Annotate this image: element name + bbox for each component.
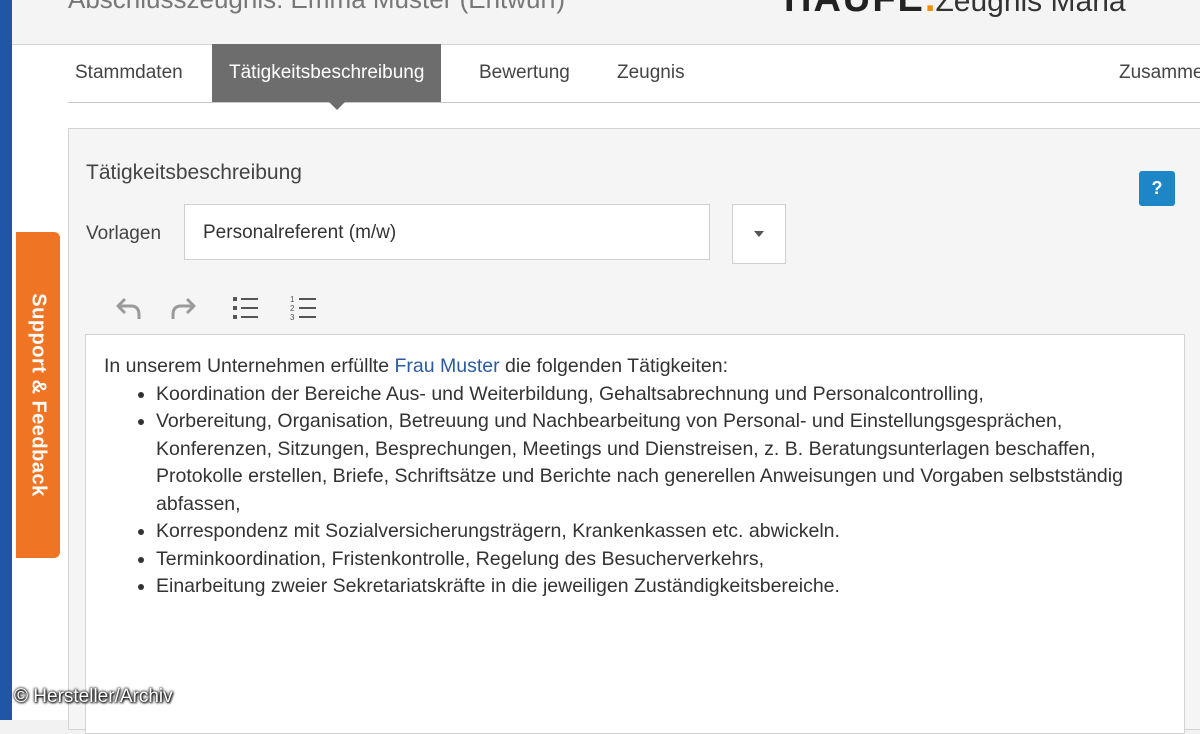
support-feedback-tab[interactable]: Support & Feedback	[16, 232, 60, 558]
brand-logo-strong: HAUFE	[784, 0, 925, 20]
panel-title: Tätigkeitsbeschreibung	[86, 161, 302, 184]
tab-stammdaten[interactable]: Stammdaten	[75, 44, 183, 102]
intro-text-after: die folgenden Tätigkeiten:	[499, 355, 728, 377]
activity-list: Koordination der Bereiche Aus- und Weite…	[104, 381, 1166, 601]
redo-button[interactable]	[165, 291, 201, 325]
templates-select-field[interactable]: Personalreferent (m/w)	[184, 204, 710, 260]
bullet-list-icon	[233, 297, 258, 319]
list-item: Einarbeitung zweier Sekretariatskräfte i…	[156, 573, 1166, 601]
brand-logo: HAUFE.Zeugnis Mana	[784, 0, 1126, 21]
svg-text:3: 3	[290, 313, 295, 322]
image-credit: © Hersteller/Archiv	[14, 686, 173, 707]
list-item: Terminkoordination, Fristenkontrolle, Re…	[156, 546, 1166, 574]
svg-text:2: 2	[290, 304, 295, 313]
tab-bewertung[interactable]: Bewertung	[479, 44, 570, 102]
undo-button[interactable]	[111, 291, 147, 325]
tab-bar: Stammdaten Tätigkeitsbeschreibung Bewert…	[68, 44, 1200, 103]
help-button[interactable]: ?	[1139, 171, 1175, 206]
app-header: Abschlusszeugnis: Emma Muster (Entwurf) …	[12, 0, 1200, 45]
support-feedback-label: Support & Feedback	[27, 293, 50, 497]
templates-dropdown-button[interactable]	[732, 204, 786, 264]
rich-text-editor[interactable]: In unserem Unternehmen erfüllte Frau Mus…	[85, 334, 1185, 734]
brand-logo-sub: Zeugnis Mana	[935, 0, 1126, 18]
editor-intro: In unserem Unternehmen erfüllte Frau Mus…	[104, 353, 1166, 381]
undo-icon	[116, 297, 141, 319]
brand-logo-dot: .	[925, 0, 936, 20]
caret-down-icon	[754, 231, 764, 237]
redo-icon	[171, 297, 196, 319]
app-page: Abschlusszeugnis: Emma Muster (Entwurf) …	[12, 0, 1200, 734]
active-tab-pointer	[329, 102, 345, 110]
tab-taetigkeitsbeschreibung[interactable]: Tätigkeitsbeschreibung	[212, 44, 442, 102]
svg-text:1: 1	[290, 295, 295, 304]
templates-label: Vorlagen	[86, 223, 162, 244]
list-item: Vorbereitung, Organisation, Betreuung un…	[156, 408, 1166, 518]
activity-description-panel: Tätigkeitsbeschreibung ? Vorlagen Person…	[68, 128, 1200, 734]
window-left-edge	[0, 0, 12, 720]
bullet-list-button[interactable]	[227, 291, 263, 325]
tab-zeugnis[interactable]: Zeugnis	[617, 44, 685, 102]
numbered-list-button[interactable]: 1 2 3	[285, 291, 321, 325]
document-title: Abschlusszeugnis: Emma Muster (Entwurf)	[68, 0, 565, 15]
employee-name-placeholder: Frau Muster	[394, 355, 500, 377]
intro-text-before: In unserem Unternehmen erfüllte	[104, 355, 395, 377]
list-item: Korrespondenz mit Sozialversicherungsträ…	[156, 518, 1166, 546]
numbered-list-icon: 1 2 3	[290, 295, 316, 322]
list-item: Koordination der Bereiche Aus- und Weite…	[156, 381, 1166, 409]
tab-zusammenfassung[interactable]: Zusamme	[1119, 44, 1200, 102]
